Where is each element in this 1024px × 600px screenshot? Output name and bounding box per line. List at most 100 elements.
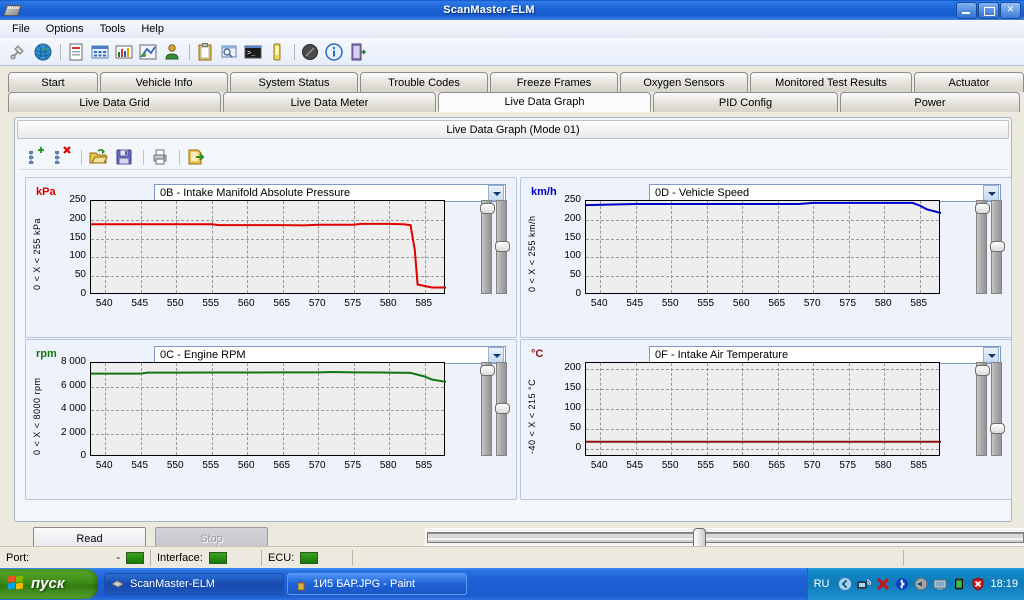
- bluetooth-icon[interactable]: [895, 577, 909, 591]
- slider-thumb[interactable]: [990, 241, 1005, 252]
- tab-pid-config[interactable]: PID Config: [653, 92, 838, 112]
- x-axis-tick: 565: [768, 298, 786, 309]
- tab-vehicle-info[interactable]: Vehicle Info: [100, 72, 228, 92]
- slider-thumb[interactable]: [975, 365, 990, 376]
- slider-thumb[interactable]: [975, 203, 990, 214]
- dark-sphere-icon[interactable]: [299, 41, 321, 63]
- taskbar-item-label: 1И5 БАР.JPG - Paint: [313, 578, 416, 590]
- plot-area-chart-iat: [585, 362, 941, 456]
- vertical-scale-slider-chart-iat[interactable]: [975, 362, 990, 456]
- x-axis-tick: 560: [237, 460, 255, 471]
- vertical-offset-slider-chart-rpm[interactable]: [495, 362, 510, 456]
- open-folder-icon[interactable]: [87, 146, 111, 168]
- save-disk-icon[interactable]: [113, 146, 137, 168]
- connect-plug-icon[interactable]: [8, 41, 30, 63]
- menu-bar: File Options Tools Help: [0, 20, 1024, 38]
- x-axis-tick: 575: [839, 460, 857, 471]
- clipboard-icon[interactable]: [194, 41, 216, 63]
- vertical-scale-slider-chart-speed[interactable]: [975, 200, 990, 294]
- tab-power[interactable]: Power: [840, 92, 1020, 112]
- display-icon[interactable]: [933, 577, 947, 591]
- pid-select-value: 0C - Engine RPM: [160, 349, 246, 361]
- vertical-offset-slider-chart-map[interactable]: [495, 200, 510, 294]
- maximize-button[interactable]: [978, 1, 999, 19]
- tab-live-data-graph[interactable]: Live Data Graph: [438, 92, 651, 112]
- disconnected-x-icon[interactable]: [876, 577, 890, 591]
- x-axis-tick: 575: [839, 298, 857, 309]
- device-icon[interactable]: [266, 41, 288, 63]
- chevron-down-icon[interactable]: [983, 185, 999, 201]
- minimize-button[interactable]: [956, 1, 977, 19]
- chevron-down-icon[interactable]: [488, 347, 504, 363]
- volume-icon[interactable]: [914, 577, 928, 591]
- x-axis-tick: 575: [344, 298, 362, 309]
- gauge-meter-icon[interactable]: [137, 41, 159, 63]
- tab-row-secondary: Live Data Grid Live Data Meter Live Data G…: [8, 92, 1022, 112]
- x-axis-tick: 570: [308, 460, 326, 471]
- tab-label: Live Data Graph: [504, 96, 585, 108]
- taskbar-item-label: ScanMaster-ELM: [130, 578, 215, 590]
- x-axis-tick: 565: [273, 460, 291, 471]
- y-axis-tick: 150: [564, 231, 581, 243]
- tray-language-indicator[interactable]: RU: [814, 578, 830, 590]
- grid-table-icon[interactable]: [89, 41, 111, 63]
- menu-options[interactable]: Options: [38, 21, 92, 37]
- menu-help[interactable]: Help: [133, 21, 172, 37]
- vertical-scale-slider-chart-map[interactable]: [480, 200, 495, 294]
- tab-trouble-codes[interactable]: Trouble Codes: [360, 72, 488, 92]
- tab-live-data-grid[interactable]: Live Data Grid: [8, 92, 221, 112]
- terminal-window-icon[interactable]: [218, 41, 240, 63]
- tab-monitored-test-results[interactable]: Monitored Test Results: [750, 72, 912, 92]
- info-icon[interactable]: [323, 41, 345, 63]
- tab-oxygen-sensors[interactable]: Oxygen Sensors: [620, 72, 748, 92]
- vertical-scale-slider-chart-rpm[interactable]: [480, 362, 495, 456]
- taskbar-item[interactable]: ScanMaster-ELM: [104, 573, 284, 595]
- exit-door-icon[interactable]: [347, 41, 369, 63]
- report-page-icon[interactable]: [65, 41, 87, 63]
- tab-live-data-meter[interactable]: Live Data Meter: [223, 92, 436, 112]
- menu-tools[interactable]: Tools: [92, 21, 134, 37]
- start-button[interactable]: пуск: [0, 568, 98, 599]
- export-icon[interactable]: [185, 146, 209, 168]
- shield-alert-icon[interactable]: [971, 577, 985, 591]
- x-axis-tick: 565: [273, 298, 291, 309]
- x-axis-tick: 550: [661, 460, 679, 471]
- bar-chart-icon[interactable]: [113, 41, 135, 63]
- chevron-down-icon[interactable]: [983, 347, 999, 363]
- tab-freeze-frames[interactable]: Freeze Frames: [490, 72, 618, 92]
- horizontal-time-slider[interactable]: [425, 528, 1024, 550]
- user-icon[interactable]: [161, 41, 183, 63]
- x-axis-tick: 585: [910, 298, 928, 309]
- graph-toolbar-separator: [175, 148, 185, 166]
- tray-clock[interactable]: 18:19: [990, 578, 1018, 590]
- remove-item-icon[interactable]: [51, 145, 75, 168]
- menu-file[interactable]: File: [4, 21, 38, 37]
- taskbar-item[interactable]: 1И5 БАР.JPG - Paint: [287, 573, 467, 595]
- battery-icon[interactable]: [952, 577, 966, 591]
- vertical-offset-slider-chart-iat[interactable]: [990, 362, 1005, 456]
- tab-label: Live Data Grid: [79, 96, 150, 109]
- tab-system-status[interactable]: System Status: [230, 72, 358, 92]
- globe-icon[interactable]: [32, 41, 54, 63]
- add-item-icon[interactable]: [25, 146, 49, 168]
- print-icon[interactable]: [149, 146, 173, 168]
- slider-thumb[interactable]: [495, 403, 510, 414]
- close-button[interactable]: ✕: [1000, 1, 1021, 19]
- tab-actuator[interactable]: Actuator: [914, 72, 1024, 92]
- slider-thumb[interactable]: [990, 423, 1005, 434]
- vertical-offset-slider-chart-speed[interactable]: [990, 200, 1005, 294]
- slider-thumb[interactable]: [480, 365, 495, 376]
- status-ecu: ECU:: [262, 547, 352, 569]
- console-icon[interactable]: >_: [242, 41, 264, 63]
- y-axis-tick: 200: [564, 212, 581, 224]
- chevron-left-icon[interactable]: [838, 577, 853, 591]
- x-axis-tick: 550: [166, 298, 184, 309]
- chevron-down-icon[interactable]: [488, 185, 504, 201]
- slider-thumb[interactable]: [480, 203, 495, 214]
- tab-start[interactable]: Start: [8, 72, 98, 92]
- x-axis-tick: 585: [415, 460, 433, 471]
- y-axis-tick: 0: [80, 450, 86, 461]
- x-axis-tick: 565: [768, 460, 786, 471]
- slider-thumb[interactable]: [495, 241, 510, 252]
- network-icon[interactable]: [857, 577, 873, 591]
